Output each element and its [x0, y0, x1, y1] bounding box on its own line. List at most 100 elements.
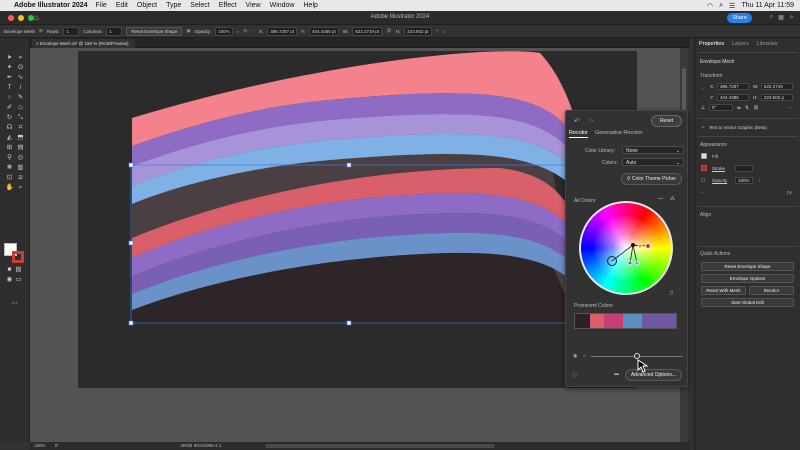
color-theme-picker-button[interactable]: ⚲ Color Theme Picker — [620, 173, 682, 185]
slice-tool-icon[interactable]: ⧄ — [16, 174, 25, 182]
harmony-lock-icon[interactable]: ▯ — [670, 290, 673, 296]
type-tool-icon[interactable]: T — [5, 84, 14, 92]
stroke-label[interactable]: Stroke — [712, 166, 725, 171]
tab-properties[interactable]: Properties — [699, 41, 724, 47]
mesh-tool-icon[interactable]: ⊞ — [5, 144, 14, 152]
reference-point-icon[interactable]: ⁘ — [701, 86, 705, 92]
line-tool-icon[interactable]: / — [16, 84, 25, 92]
brightness-icon[interactable]: ☼ — [582, 353, 587, 359]
search-icon[interactable]: ⌕ — [770, 14, 773, 21]
text-to-vector-link[interactable]: Text to Vector Graphic (Beta) — [709, 125, 767, 130]
tab-layers[interactable]: Layers — [732, 41, 749, 47]
reference-point-icon[interactable]: ⁘ — [251, 28, 255, 34]
recolor-button[interactable]: Recolor — [749, 286, 794, 295]
menu-view[interactable]: View — [246, 2, 261, 9]
reset-envelope-button[interactable]: Reset Envelope Shape — [126, 26, 183, 36]
screen-mode-icon[interactable]: ▭ — [14, 276, 23, 284]
control-center-icon[interactable]: ☰ — [729, 2, 735, 10]
colors-select[interactable]: Auto ⌄ — [622, 158, 684, 166]
document-tab[interactable]: × Envelope Mesh.ai* @ 150 % (RGB/Preview… — [32, 39, 135, 48]
more-options-icon[interactable]: ⋯ — [787, 105, 792, 111]
y-field[interactable]: 404.4385 pt — [309, 26, 339, 36]
curvature-tool-icon[interactable]: ∿ — [16, 74, 25, 82]
x-field[interactable]: 386.7287 pt — [267, 26, 298, 36]
rotate-tool-icon[interactable]: ↻ — [5, 114, 14, 122]
pen-tool-icon[interactable]: ✒ — [5, 74, 14, 82]
angle-field[interactable]: 0° — [709, 104, 733, 111]
direct-selection-tool-icon[interactable]: ➢ — [16, 54, 25, 62]
info-icon[interactable]: ⓘ — [572, 371, 577, 378]
shape-builder-tool-icon[interactable]: ◭ — [5, 134, 14, 142]
w-field[interactable]: 622.2719 — [761, 83, 793, 90]
more-tools-icon[interactable]: ⋯ — [10, 300, 19, 308]
hand-tool-icon[interactable]: ✋ — [5, 184, 14, 192]
prominent-swatch-5[interactable] — [641, 314, 676, 328]
style-icon[interactable]: ◐ — [237, 29, 240, 34]
wifi-icon[interactable]: ◠ — [707, 2, 713, 10]
menu-icon[interactable]: ≡ — [443, 29, 446, 34]
menu-object[interactable]: Object — [137, 2, 157, 9]
tab-generative-recolor[interactable]: Generative Recolor — [595, 130, 642, 136]
lasso-tool-icon[interactable]: ʘ — [16, 64, 25, 72]
undo-icon[interactable]: ↶ — [574, 117, 580, 125]
edit-envelope-icon[interactable]: ▣ — [186, 28, 190, 34]
discover-icon[interactable]: ✧ — [789, 14, 794, 21]
color-mode-icon[interactable]: ■ — [5, 266, 14, 274]
tab-close-icon[interactable]: × — [36, 41, 39, 46]
menu-file[interactable]: File — [96, 2, 107, 9]
w-field[interactable]: 622.2719 pt — [352, 26, 383, 36]
menu-window[interactable]: Window — [270, 2, 295, 9]
h-field[interactable]: 223.502 pt — [404, 26, 432, 36]
transform-icon[interactable]: ⊹ — [436, 28, 440, 34]
redo-icon[interactable]: ↷ — [588, 117, 594, 125]
zoom-tool-icon[interactable]: ⌕ — [16, 184, 25, 192]
scale-tool-icon[interactable]: ⤡ — [16, 114, 25, 122]
zoom-level[interactable]: 150% — [34, 443, 46, 448]
eyedropper-tool-icon[interactable]: ⚲ — [5, 154, 14, 162]
rows-field[interactable]: 1 — [63, 26, 80, 36]
menu-type[interactable]: Type — [166, 2, 181, 9]
advanced-options-button[interactable]: Advanced Options... — [624, 369, 682, 381]
fill-swatch[interactable] — [701, 153, 707, 159]
menu-edit[interactable]: Edit — [116, 2, 128, 9]
reset-with-mesh-button[interactable]: Reset With Mesh — [701, 286, 746, 295]
app-menu[interactable]: Adobe Illustrator 2024 — [14, 2, 88, 9]
menu-select[interactable]: Select — [190, 2, 209, 9]
stroke-swatch[interactable] — [12, 251, 24, 263]
h-field[interactable]: 223.502 p — [761, 94, 793, 101]
prominent-colors-bar[interactable] — [574, 313, 677, 329]
gradient-tool-icon[interactable]: ▤ — [16, 144, 25, 152]
x-field[interactable]: 386.7287 — [717, 83, 749, 90]
blend-tool-icon[interactable]: ◎ — [16, 154, 25, 162]
horizontal-scrollbar[interactable] — [265, 444, 495, 448]
reset-button[interactable]: Reset — [650, 115, 682, 127]
y-field[interactable]: 404.4385 — [717, 94, 749, 101]
color-wheel[interactable] — [579, 201, 673, 295]
symbol-sprayer-tool-icon[interactable]: ❋ — [5, 164, 14, 172]
flip-horizontal-icon[interactable]: ⇆ — [737, 105, 741, 111]
ellipse-tool-icon[interactable]: ○ — [5, 94, 14, 102]
artboard-tool-icon[interactable]: ⊡ — [5, 174, 14, 182]
color-library-select[interactable]: None ⌄ — [622, 146, 684, 154]
opacity-label[interactable]: Opacity — [712, 178, 727, 183]
fx-icon[interactable]: ƒx — [787, 190, 792, 195]
selection-tool-icon[interactable]: ➤ — [5, 54, 14, 62]
tab-libraries[interactable]: Libraries — [757, 41, 778, 47]
swatches-icon[interactable]: ▬ — [614, 371, 619, 377]
share-button[interactable]: Share — [727, 13, 752, 23]
chevron-right-icon[interactable]: › — [759, 178, 761, 183]
align-icon[interactable]: ⊟ — [243, 28, 247, 34]
prominent-swatch-3[interactable] — [604, 314, 623, 328]
columns-field[interactable]: 1 — [106, 26, 123, 36]
more-options-icon[interactable]: ⋯ — [701, 190, 706, 196]
saturation-low-icon[interactable]: ◉ — [573, 353, 577, 359]
shaper-tool-icon[interactable]: ✐ — [5, 104, 14, 112]
prominent-swatch-4[interactable] — [622, 314, 642, 328]
perspective-tool-icon[interactable]: ⬒ — [16, 134, 25, 142]
stroke-swatch[interactable] — [701, 165, 707, 171]
menu-effect[interactable]: Effect — [219, 2, 237, 9]
magic-wand-tool-icon[interactable]: ✦ — [5, 64, 14, 72]
menu-help[interactable]: Help — [304, 2, 318, 9]
gradient-mode-icon[interactable]: ▨ — [14, 266, 23, 274]
draw-mode-icon[interactable]: ◉ — [5, 276, 14, 284]
